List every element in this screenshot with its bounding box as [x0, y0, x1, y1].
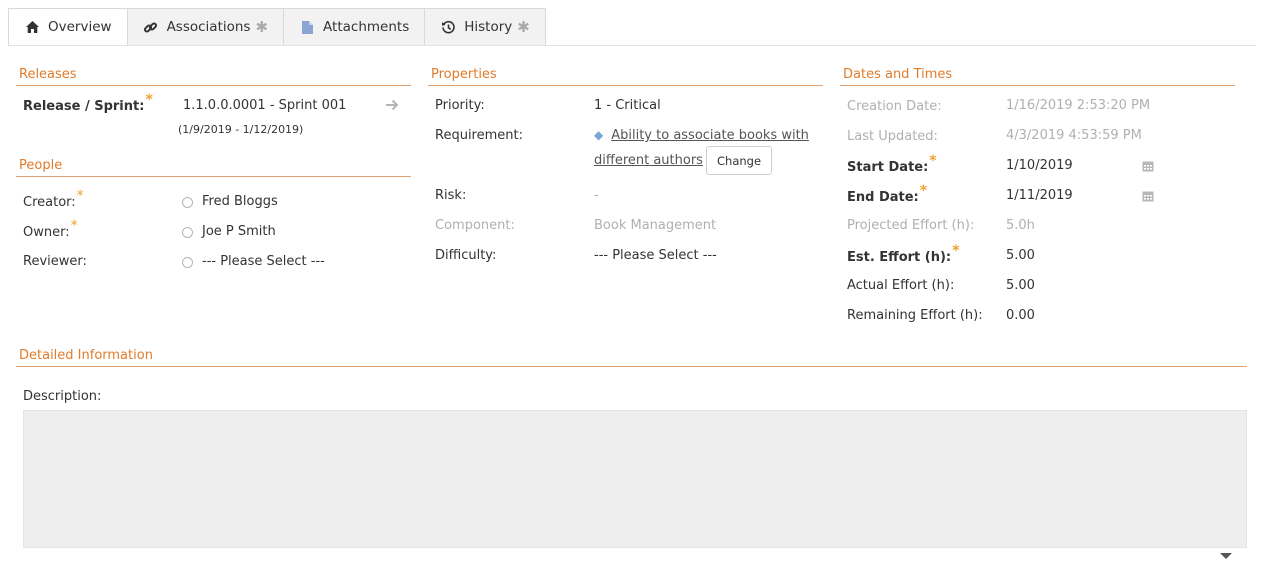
description-label: Description: — [23, 389, 102, 404]
asterisk-icon: ✱ — [255, 18, 269, 36]
description-editor[interactable] — [23, 410, 1247, 548]
home-icon — [24, 19, 40, 35]
owner-value[interactable]: Joe P Smith — [202, 224, 276, 239]
risk-value: - — [594, 188, 599, 203]
remaining-effort-label: Remaining Effort (h): — [847, 308, 983, 323]
tab-attachments[interactable]: Attachments — [284, 8, 426, 46]
people-heading: People — [19, 158, 63, 173]
end-date-label: End Date:* — [847, 183, 928, 205]
creation-date-label: Creation Date: — [847, 99, 942, 114]
reviewer-radio[interactable] — [182, 257, 193, 268]
required-star: * — [952, 243, 960, 259]
arrow-right-icon[interactable] — [385, 98, 399, 112]
creator-radio[interactable] — [182, 197, 193, 208]
release-label: Release / Sprint:* — [23, 92, 153, 114]
creator-value[interactable]: Fred Bloggs — [202, 194, 278, 209]
requirement-label: Requirement: — [435, 128, 523, 143]
expand-down-icon[interactable] — [1218, 550, 1234, 560]
detailed-info-heading: Detailed Information — [19, 348, 153, 363]
required-star: * — [70, 218, 78, 234]
properties-divider — [428, 85, 823, 86]
difficulty-value[interactable]: --- Please Select --- — [594, 248, 717, 263]
tab-history[interactable]: History ✱ — [425, 8, 546, 46]
actual-effort-value: 5.00 — [1006, 278, 1035, 293]
difficulty-label: Difficulty: — [435, 248, 497, 263]
history-icon — [440, 19, 456, 35]
tab-divider — [8, 45, 1256, 46]
document-icon — [299, 19, 315, 35]
calendar-icon[interactable] — [1142, 190, 1154, 202]
releases-heading: Releases — [19, 67, 77, 82]
remaining-effort-value: 0.00 — [1006, 308, 1035, 323]
component-value: Book Management — [594, 218, 717, 233]
est-effort-label: Est. Effort (h):* — [847, 243, 960, 265]
link-icon — [143, 19, 159, 35]
est-effort-value[interactable]: 5.00 — [1006, 248, 1035, 263]
change-button[interactable]: Change — [706, 146, 773, 175]
tab-label: Overview — [48, 19, 112, 35]
component-label: Component: — [435, 218, 515, 233]
people-divider — [16, 176, 411, 177]
releases-divider — [16, 85, 411, 86]
start-date-value[interactable]: 1/10/2019 — [1006, 158, 1073, 173]
owner-label: Owner:* — [23, 218, 78, 240]
required-star: * — [145, 92, 153, 108]
projected-effort-value: 5.0h — [1006, 218, 1035, 233]
asterisk-icon: ✱ — [517, 18, 530, 36]
required-star: * — [929, 153, 937, 169]
release-dates: (1/9/2019 - 1/12/2019) — [178, 123, 304, 136]
detailed-info-divider — [16, 366, 1247, 367]
end-date-value[interactable]: 1/11/2019 — [1006, 188, 1073, 203]
tab-associations[interactable]: Associations ✱ — [127, 8, 285, 46]
calendar-icon[interactable] — [1142, 160, 1154, 172]
required-star: * — [919, 183, 928, 199]
dates-heading: Dates and Times — [843, 67, 953, 82]
priority-value[interactable]: 1 - Critical — [594, 98, 661, 113]
projected-effort-label: Projected Effort (h): — [847, 218, 975, 233]
tab-label: Attachments — [323, 19, 410, 35]
tab-label: History — [464, 19, 513, 35]
creator-label: Creator:* — [23, 188, 84, 210]
creation-date-value: 1/16/2019 2:53:20 PM — [1006, 98, 1151, 113]
dates-divider — [840, 85, 1235, 86]
tab-bar: Overview Associations ✱ Attachments Hist… — [8, 8, 546, 46]
requirement-diamond-icon: ◆ — [594, 128, 604, 142]
actual-effort-label: Actual Effort (h): — [847, 278, 955, 293]
tab-label: Associations — [166, 19, 251, 35]
start-date-label: Start Date:* — [847, 153, 937, 175]
last-updated-value: 4/3/2019 4:53:59 PM — [1006, 128, 1142, 143]
last-updated-label: Last Updated: — [847, 129, 938, 144]
release-value[interactable]: 1.1.0.0.0001 - Sprint 001 — [183, 98, 346, 113]
tab-overview[interactable]: Overview — [8, 8, 128, 46]
reviewer-label: Reviewer: — [23, 254, 87, 269]
required-star: * — [76, 188, 84, 204]
priority-label: Priority: — [435, 98, 485, 113]
properties-heading: Properties — [431, 67, 497, 82]
reviewer-value[interactable]: --- Please Select --- — [202, 254, 325, 269]
risk-label: Risk: — [435, 188, 467, 203]
owner-radio[interactable] — [182, 227, 193, 238]
